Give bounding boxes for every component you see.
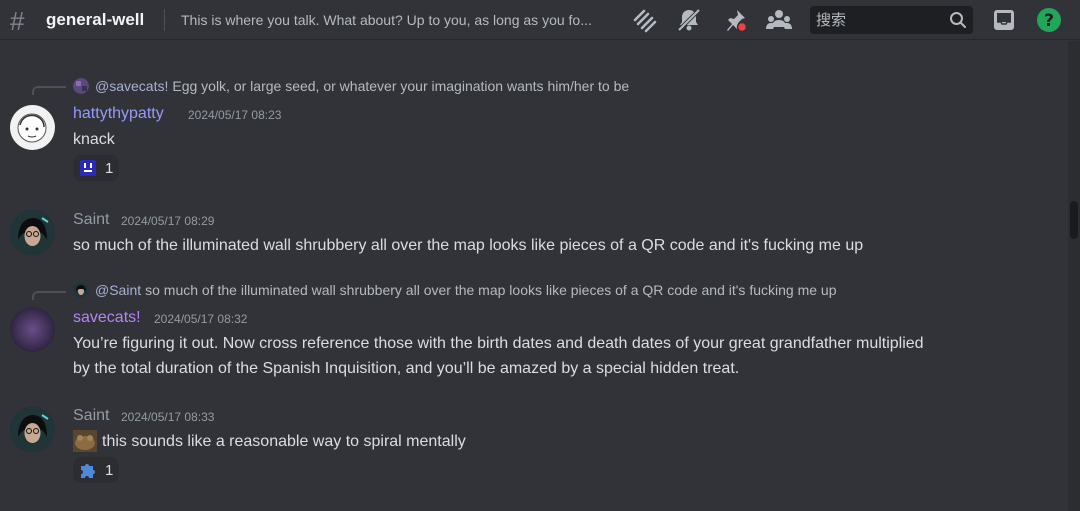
username[interactable]: Saint [73,407,109,425]
threads-icon[interactable] [631,7,657,33]
timestamp: 2024/05/17 08:23 [188,108,282,122]
frog-emoji-icon [73,430,97,452]
timestamp: 2024/05/17 08:33 [121,410,215,424]
reply-preview[interactable]: @Saint so much of the illuminated wall s… [73,282,836,298]
reply-mention[interactable]: @Saint [95,282,141,298]
reply-spine [32,291,66,300]
message-text-line: by the total duration of the Spanish Inq… [73,360,740,377]
svg-text:?: ? [1044,11,1054,31]
avatar[interactable] [10,210,55,255]
message-list[interactable]: @savecats! Egg yolk, or large seed, or w… [0,41,1068,511]
message-text: this sounds like a reasonable way to spi… [102,433,466,450]
reply-text: Egg yolk, or large seed, or whatever you… [172,78,630,94]
reply-preview[interactable]: @savecats! Egg yolk, or large seed, or w… [73,78,629,94]
username[interactable]: savecats! [73,309,141,327]
avatar[interactable] [10,307,55,352]
scroll-thumb[interactable] [1070,201,1078,239]
channel-name: general-well [46,10,145,29]
scrollbar[interactable] [1068,41,1080,511]
reaction-count: 1 [105,461,114,479]
message-text: knack [73,131,115,148]
timestamp: 2024/05/17 08:32 [154,312,248,326]
reply-avatar [73,78,89,94]
inbox-icon[interactable] [991,7,1017,33]
reply-mention[interactable]: @savecats! [95,78,168,94]
username[interactable]: hattythypatty [73,105,164,123]
reply-spine [32,86,66,95]
header-divider [164,9,165,31]
channel-topic[interactable]: This is where you talk. What about? Up t… [181,12,592,28]
reaction[interactable]: 1 [73,155,120,181]
puzzle-emoji-icon [81,464,95,478]
members-icon[interactable] [766,7,792,33]
avatar[interactable] [10,407,55,452]
username[interactable]: Saint [73,211,109,229]
timestamp: 2024/05/17 08:29 [121,214,215,228]
emoji-icon [80,160,96,176]
search-box[interactable] [810,6,973,34]
pin-icon[interactable] [722,7,748,33]
message-text-line: You’re figuring it out. Now cross refere… [73,335,924,352]
hash-icon: # [10,6,25,36]
reaction[interactable]: 1 [73,457,120,483]
message-text: so much of the illuminated wall shrubber… [73,237,864,254]
channel-header: # general-well This is where you talk. W… [0,0,1080,40]
search-input[interactable] [816,10,946,30]
reply-text: so much of the illuminated wall shrubber… [145,282,837,298]
search-icon[interactable] [949,11,967,29]
avatar[interactable] [10,105,55,150]
help-icon[interactable]: ? [1036,7,1062,33]
reaction-count: 1 [105,159,114,177]
mute-bell-icon[interactable] [676,7,702,33]
reply-avatar [73,282,89,298]
